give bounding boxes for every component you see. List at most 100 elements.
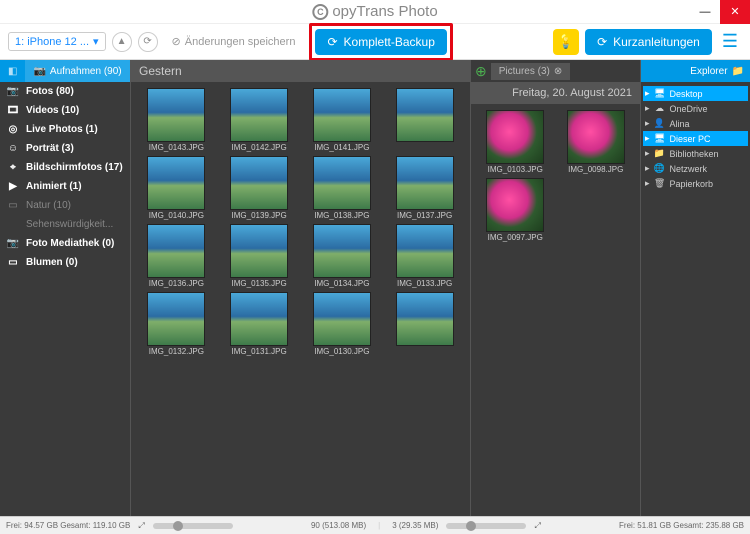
sidebar-item-label: Live Photos (1) [26, 124, 98, 135]
add-tab-button[interactable]: ⊕ [471, 63, 491, 80]
thumbnail[interactable]: IMG_0103.JPG [477, 110, 554, 174]
thumbnail-label: IMG_0142.JPG [232, 143, 287, 152]
gallery-group-label: Gestern [139, 64, 182, 78]
explorer-tree[interactable]: ▸🖥Desktop▸☁OneDrive▸👤Alina▸🖥Dieser PC▸📁B… [641, 82, 750, 195]
device-selector[interactable]: 1: iPhone 12 ... ▾ [8, 32, 106, 51]
close-button[interactable]: ✕ [720, 0, 750, 24]
thumbnail-image [486, 178, 544, 232]
thumbnail-image [147, 292, 205, 346]
thumbnail-grid-right[interactable]: IMG_0103.JPGIMG_0098.JPG IMG_0097.JPG [471, 104, 640, 516]
chevron-down-icon: ▾ [93, 35, 99, 48]
app-title-text: opyTrans Photo [332, 3, 437, 20]
thumbnail[interactable]: IMG_0097.JPG [477, 178, 554, 242]
sidebar-item-label: Foto Mediathek (0) [26, 238, 114, 249]
tree-item-label: Dieser PC [670, 134, 711, 144]
highlight-annotation: ⟳ Komplett-Backup [309, 23, 452, 61]
sidebar-tab-icon[interactable]: ◧ [0, 60, 25, 82]
tree-item[interactable]: ▸🌐Netzwerk [643, 161, 748, 176]
tree-item[interactable]: ▸🖥Desktop [643, 86, 748, 101]
sidebar-item[interactable]: ⌖Bildschirmfotos (17) [0, 158, 130, 177]
thumbnail[interactable]: IMG_0136.JPG [137, 224, 216, 288]
tree-item-label: Desktop [670, 89, 703, 99]
sidebar-tab-albums[interactable]: 📷 Aufnahmen (90) [25, 60, 129, 82]
thumbnail-image [230, 88, 288, 142]
thumbnail[interactable]: IMG_0140.JPG [137, 156, 216, 220]
sidebar-item[interactable]: ▭Blumen (0) [0, 253, 130, 272]
thumbnail-label: IMG_0132.JPG [149, 347, 204, 356]
thumbnail[interactable]: IMG_0132.JPG [137, 292, 216, 356]
close-tab-icon[interactable]: ⊗ [554, 66, 562, 77]
tree-item[interactable]: ▸📁Bibliotheken [643, 146, 748, 161]
thumbnail-grid-left[interactable]: IMG_0143.JPGIMG_0142.JPGIMG_0141.JPGIMG_… [131, 82, 470, 516]
sidebar-item[interactable]: 🎞Videos (10) [0, 101, 130, 120]
thumbnail[interactable]: IMG_0098.JPG [558, 110, 635, 174]
folder-icon: 📁 [732, 66, 744, 77]
expand-icon-right[interactable]: ⤢ [534, 521, 540, 531]
thumbnail[interactable] [385, 292, 464, 356]
sidebar-item[interactable]: ▭Natur (10) [0, 196, 130, 215]
thumbnail[interactable]: IMG_0134.JPG [303, 224, 382, 288]
tree-expand-icon[interactable]: ▸ [645, 163, 650, 174]
minimize-button[interactable]: — [690, 0, 720, 24]
thumbnail[interactable]: IMG_0137.JPG [385, 156, 464, 220]
thumbnail-label: IMG_0135.JPG [232, 279, 287, 288]
sidebar-item[interactable]: Sehenswürdigkeit... [0, 215, 130, 234]
main-area: ◧ 📷 Aufnahmen (90) 📷Fotos (80)🎞Videos (1… [0, 60, 750, 516]
explorer-tab-label: Explorer [690, 66, 727, 77]
thumbnail-image [147, 156, 205, 210]
thumbnail[interactable]: IMG_0141.JPG [303, 88, 382, 152]
tree-item[interactable]: ▸👤Alina [643, 116, 748, 131]
sidebar-item[interactable]: ◎Live Photos (1) [0, 120, 130, 139]
pictures-tab[interactable]: Pictures (3) ⊗ [491, 63, 571, 80]
thumbnail-image [396, 88, 454, 142]
tree-expand-icon[interactable]: ▸ [645, 103, 650, 114]
tree-item[interactable]: ▸ 🖥 Dieser PC [643, 131, 748, 146]
tree-expand-icon[interactable]: ▸ [645, 148, 650, 159]
save-changes-button[interactable]: ⊘ Änderungen speichern [164, 31, 304, 52]
quickguide-button[interactable]: ⟳ Kurzanleitungen [585, 29, 712, 55]
sidebar-item[interactable]: 📷Fotos (80) [0, 82, 130, 101]
thumbnail-image [486, 110, 544, 164]
thumbnail-image [313, 88, 371, 142]
check-icon: ⊘ [172, 35, 181, 48]
tree-expand-icon[interactable]: ▸ [645, 178, 650, 189]
tree-expand-icon[interactable]: ▸ [645, 88, 650, 99]
thumbnail[interactable]: IMG_0130.JPG [303, 292, 382, 356]
tree-expand-icon[interactable]: ▸ [645, 118, 650, 129]
thumbnail[interactable] [385, 88, 464, 152]
thumbnail[interactable]: IMG_0133.JPG [385, 224, 464, 288]
thumbnail[interactable]: IMG_0143.JPG [137, 88, 216, 152]
thumbnail[interactable]: IMG_0135.JPG [220, 224, 299, 288]
sidebar-item-label: Blumen (0) [26, 257, 78, 268]
thumbnail-label: IMG_0136.JPG [149, 279, 204, 288]
tree-item[interactable]: ▸☁OneDrive [643, 101, 748, 116]
hamburger-menu-button[interactable]: ☰ [718, 31, 742, 52]
sidebar-item[interactable]: 📷Foto Mediathek (0) [0, 234, 130, 253]
tree-expand-icon[interactable]: ▸ [645, 133, 650, 144]
tree-item-label: OneDrive [670, 104, 708, 114]
sidebar-item-icon: ▶ [6, 181, 20, 192]
thumbnail[interactable]: IMG_0131.JPG [220, 292, 299, 356]
eject-button[interactable]: ▲ [112, 32, 132, 52]
thumbnail[interactable]: IMG_0142.JPG [220, 88, 299, 152]
tree-item-label: Papierkorb [670, 179, 714, 189]
bulb-icon: 💡 [557, 33, 574, 50]
zoom-slider-right[interactable] [446, 523, 526, 529]
refresh-button[interactable]: ⟳ [138, 32, 158, 52]
status-left: Frei: 94.57 GB Gesamt: 119.10 GB [6, 521, 130, 530]
zoom-slider-left[interactable] [153, 523, 233, 529]
sidebar-item[interactable]: ☺Porträt (3) [0, 139, 130, 158]
full-backup-button[interactable]: ⟳ Komplett-Backup [315, 29, 446, 55]
tree-item[interactable]: ▸🗑Papierkorb [643, 176, 748, 191]
thumbnail-image [313, 156, 371, 210]
thumbnail[interactable]: IMG_0139.JPG [220, 156, 299, 220]
tree-item-icon: 🖥 [654, 133, 666, 144]
thumbnail[interactable]: IMG_0138.JPG [303, 156, 382, 220]
thumbnail-label: IMG_0097.JPG [488, 233, 543, 242]
expand-icon[interactable]: ⤢ [138, 521, 144, 531]
tips-button[interactable]: 💡 [553, 29, 579, 55]
status-count-right: 3 (29.35 MB) [392, 521, 438, 530]
sidebar-item[interactable]: ▶Animiert (1) [0, 177, 130, 196]
explorer-tab[interactable]: Explorer 📁 [684, 66, 750, 77]
titlebar: C opyTrans Photo — ✕ [0, 0, 750, 24]
